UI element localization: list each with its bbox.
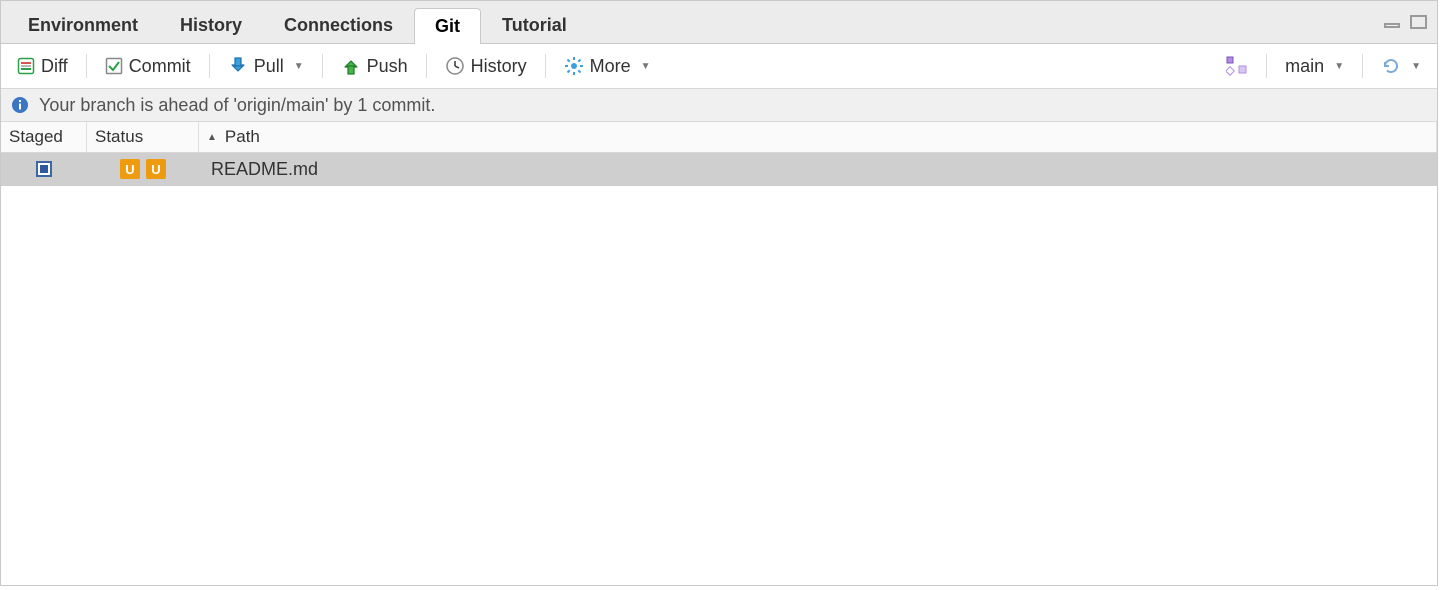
pull-label: Pull: [254, 56, 284, 77]
tab-environment[interactable]: Environment: [7, 7, 159, 43]
more-button[interactable]: More ▼: [556, 54, 659, 79]
column-path[interactable]: ▲ Path: [199, 122, 1437, 152]
history-icon: [445, 56, 465, 76]
branch-status-text: Your branch is ahead of 'origin/main' by…: [39, 95, 435, 116]
file-list-header: Staged Status ▲ Path: [1, 122, 1437, 153]
column-path-label: Path: [225, 127, 260, 147]
staged-checkbox[interactable]: [36, 161, 52, 177]
file-path: README.md: [211, 159, 318, 180]
branch-graph-icon: [1226, 56, 1248, 76]
info-icon: [11, 96, 29, 114]
push-label: Push: [367, 56, 408, 77]
sort-asc-icon: ▲: [207, 132, 217, 143]
push-button[interactable]: Push: [333, 54, 416, 79]
chevron-down-icon: ▼: [294, 61, 304, 72]
status-badge-index: U: [120, 159, 140, 179]
pull-button[interactable]: Pull ▼: [220, 54, 312, 79]
pull-icon: [228, 56, 248, 76]
tab-git[interactable]: Git: [414, 8, 481, 44]
column-status[interactable]: Status: [87, 122, 199, 152]
git-pane: Environment History Connections Git Tuto…: [0, 0, 1438, 586]
separator: [322, 54, 323, 78]
commit-button[interactable]: Commit: [97, 54, 199, 79]
diff-button[interactable]: Diff: [9, 54, 76, 79]
chevron-down-icon: ▼: [1411, 61, 1421, 72]
branch-selector[interactable]: main ▼: [1277, 54, 1352, 79]
cell-staged: [1, 153, 87, 185]
gear-icon: [564, 56, 584, 76]
history-button[interactable]: History: [437, 54, 535, 79]
diff-icon: [17, 57, 35, 75]
separator: [545, 54, 546, 78]
tab-history[interactable]: History: [159, 7, 263, 43]
checkbox-indicator: [40, 165, 48, 173]
separator: [1266, 54, 1267, 78]
file-list: U U README.md: [1, 153, 1437, 585]
refresh-icon: [1381, 56, 1401, 76]
branch-graph-button[interactable]: [1218, 54, 1256, 78]
status-badge-worktree: U: [146, 159, 166, 179]
minimize-icon[interactable]: [1383, 15, 1403, 29]
file-row[interactable]: U U README.md: [1, 153, 1437, 186]
chevron-down-icon: ▼: [1334, 61, 1344, 72]
column-staged[interactable]: Staged: [1, 122, 87, 152]
pane-window-controls: [1383, 1, 1429, 43]
push-icon: [341, 56, 361, 76]
pane-tabs: Environment History Connections Git Tuto…: [1, 1, 1437, 44]
commit-icon: [105, 57, 123, 75]
separator: [426, 54, 427, 78]
separator: [1362, 54, 1363, 78]
toolbar-right: main ▼ ▼: [1218, 54, 1429, 79]
branch-status-bar: Your branch is ahead of 'origin/main' by…: [1, 89, 1437, 122]
tab-tutorial[interactable]: Tutorial: [481, 7, 588, 43]
more-label: More: [590, 56, 631, 77]
diff-label: Diff: [41, 56, 68, 77]
commit-label: Commit: [129, 56, 191, 77]
refresh-button[interactable]: ▼: [1373, 54, 1429, 78]
git-toolbar: Diff Commit Pull ▼: [1, 44, 1437, 89]
history-label: History: [471, 56, 527, 77]
cell-path: README.md: [199, 153, 1437, 185]
branch-name: main: [1285, 56, 1324, 77]
tab-connections[interactable]: Connections: [263, 7, 414, 43]
separator: [86, 54, 87, 78]
separator: [209, 54, 210, 78]
cell-status: U U: [87, 153, 199, 185]
maximize-icon[interactable]: [1409, 14, 1429, 30]
chevron-down-icon: ▼: [641, 61, 651, 72]
